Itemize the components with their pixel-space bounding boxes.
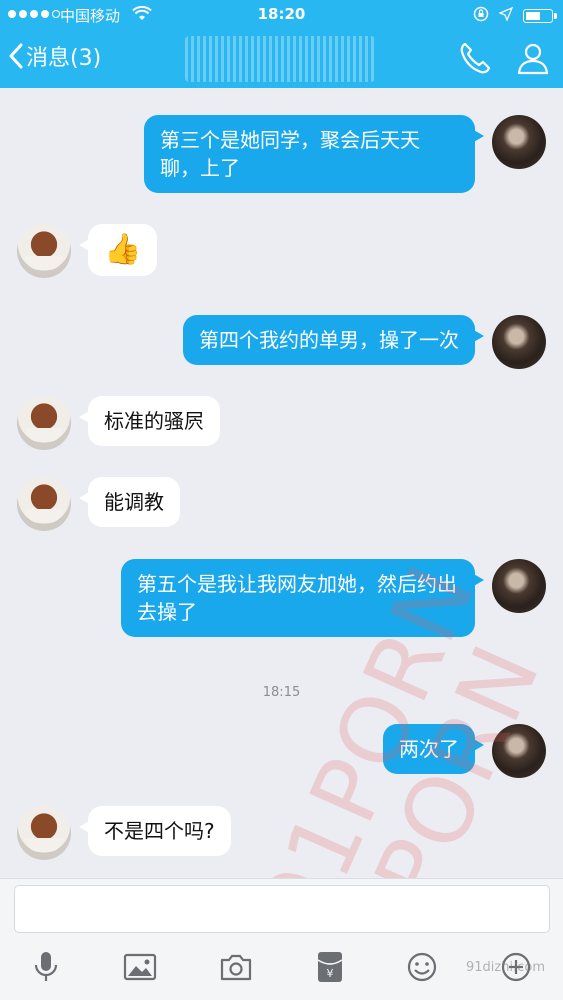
contact-avatar[interactable] bbox=[17, 396, 71, 450]
message-bubble-incoming[interactable]: 不是四个吗? bbox=[79, 806, 231, 856]
phone-icon[interactable] bbox=[457, 40, 493, 80]
svg-text:¥: ¥ bbox=[326, 967, 333, 980]
input-panel: ¥ bbox=[0, 878, 563, 1000]
contact-avatar[interactable] bbox=[17, 224, 71, 278]
message-bubble-incoming[interactable]: 标准的骚屄 bbox=[79, 396, 220, 446]
message-text: 能调教 bbox=[104, 490, 164, 514]
message-text: 第四个我约的单男，操了一次 bbox=[199, 328, 459, 352]
contact-avatar[interactable] bbox=[17, 477, 71, 531]
back-button[interactable]: 消息(3) bbox=[8, 40, 101, 72]
emoji-icon[interactable] bbox=[406, 951, 438, 983]
microphone-icon[interactable] bbox=[31, 950, 61, 984]
message-bubble-outgoing[interactable]: 第三个是她同学，聚会后天天聊，上了 bbox=[144, 115, 484, 193]
message-text: 不是四个吗? bbox=[104, 819, 215, 843]
message-text: 第三个是她同学，聚会后天天聊，上了 bbox=[160, 128, 420, 180]
message-text: 标准的骚屄 bbox=[104, 409, 204, 433]
watermark-site: 91dizhi.com bbox=[466, 960, 545, 975]
image-icon[interactable] bbox=[123, 952, 157, 982]
message-bubble-incoming[interactable]: 能调教 bbox=[79, 477, 180, 527]
my-avatar[interactable] bbox=[492, 315, 546, 369]
contact-name-obscured bbox=[185, 36, 375, 82]
back-chevron-icon bbox=[9, 43, 23, 69]
message-bubble-incoming[interactable]: 👍 bbox=[78, 224, 158, 276]
status-bar: 中国移动 18:20 bbox=[0, 0, 563, 30]
message-input[interactable] bbox=[14, 885, 550, 933]
rotation-lock-icon bbox=[473, 6, 489, 26]
top-bar: 中国移动 18:20 消息(3) bbox=[0, 0, 563, 88]
camera-icon[interactable] bbox=[219, 952, 253, 982]
back-label: 消息(3) bbox=[26, 46, 102, 71]
my-avatar[interactable] bbox=[492, 559, 546, 613]
location-icon bbox=[498, 6, 514, 25]
my-avatar[interactable] bbox=[492, 115, 546, 169]
contact-avatar[interactable] bbox=[17, 806, 71, 860]
profile-icon[interactable] bbox=[515, 40, 551, 80]
battery-icon bbox=[523, 9, 557, 23]
chat-header: 消息(3) bbox=[0, 30, 563, 88]
message-bubble-outgoing[interactable]: 第四个我约的单男，操了一次 bbox=[183, 315, 484, 365]
red-packet-icon[interactable]: ¥ bbox=[316, 950, 344, 984]
thumbs-up-emoji: 👍 bbox=[104, 232, 142, 267]
